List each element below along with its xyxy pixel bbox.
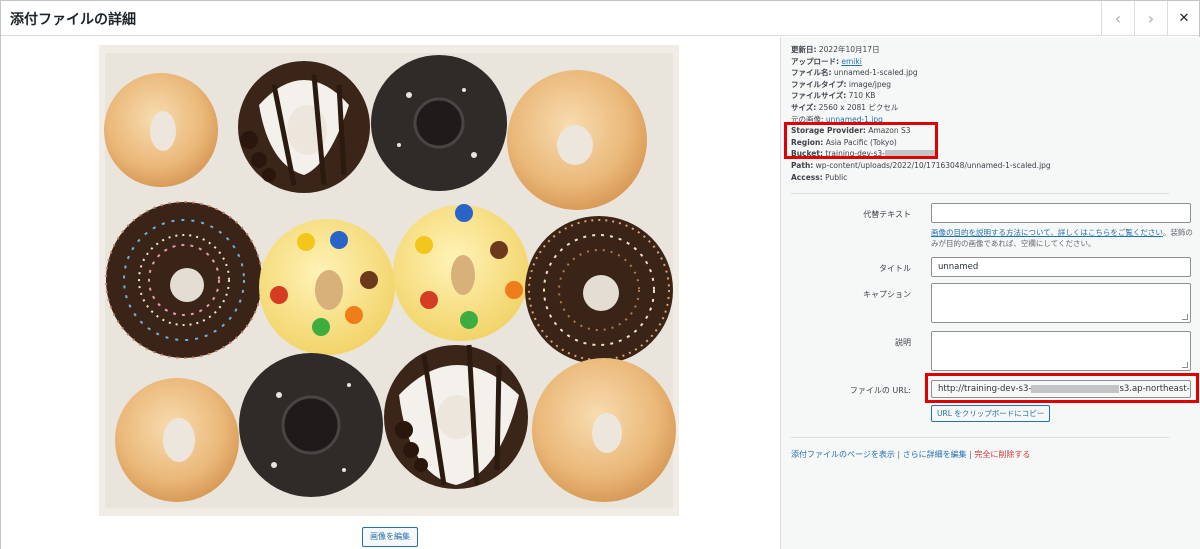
donut-chocolate-swirl-1 <box>238 61 370 193</box>
uploaded-by-row: アップロード: emiki <box>791 56 862 66</box>
donut-oreo-1 <box>371 55 507 191</box>
donut-glazed-1 <box>104 73 218 187</box>
file-details: 更新日: 2022年10月17日 アップロード: emiki ファイル名: un… <box>791 44 1051 183</box>
description-textarea[interactable] <box>931 331 1191 371</box>
dimensions-row: サイズ: 2560 x 2081 ピクセル <box>791 102 899 112</box>
title-label: タイトル <box>879 264 911 273</box>
donut-mm-2 <box>393 204 529 341</box>
modal-title: 添付ファイルの詳細 <box>10 12 136 28</box>
resize-handle-icon[interactable] <box>1182 362 1188 368</box>
caption-label: キャプション <box>863 290 911 299</box>
modal-header: 添付ファイルの詳細 ‹ › ✕ <box>1 1 1199 36</box>
attachment-info-sidebar: 更新日: 2022年10月17日 アップロード: emiki ファイル名: un… <box>780 37 1200 549</box>
chevron-right-icon: › <box>1147 9 1155 28</box>
alt-text-help: 画像の目的を説明する方法について、詳しくはこちらをご覧ください。装飾のみが目的の… <box>931 228 1193 248</box>
edit-more-details-link[interactable]: さらに詳細を編集 <box>903 450 967 459</box>
filetype-row: ファイルタイプ: image/jpeg <box>791 79 891 89</box>
path-row: Path: wp-content/uploads/2022/10/1716304… <box>791 160 1051 170</box>
attachment-details-modal: 添付ファイルの詳細 ‹ › ✕ 画像を編集 更新日: 2022年10月17日 ア… <box>0 0 1200 549</box>
donut-glazed-3 <box>115 378 239 502</box>
donut-glazed-2 <box>507 70 647 210</box>
close-icon: ✕ <box>1178 11 1190 26</box>
filename-row: ファイル名: unnamed-1-scaled.jpg <box>791 68 918 78</box>
donuts-photo <box>99 45 679 516</box>
description-label: 説明 <box>895 338 911 347</box>
alt-text-help-link[interactable]: 画像の目的を説明する方法について、詳しくはこちらをご覧ください <box>931 228 1163 237</box>
previous-attachment-button[interactable]: ‹ <box>1101 1 1134 36</box>
copy-url-button[interactable]: URL をクリップボードにコピー <box>931 405 1051 422</box>
highlight-box-storage <box>784 122 938 159</box>
donut-sprinkles-2 <box>525 216 673 364</box>
access-row: Access: Public <box>791 172 848 182</box>
file-url-label: ファイルの URL: <box>849 386 911 395</box>
attachment-preview: 画像を編集 <box>1 37 780 549</box>
uploaded-on-row: 更新日: 2022年10月17日 <box>791 45 880 54</box>
attachment-actions: 添付ファイルのページを表示 | さらに詳細を編集 | 完全に削除する <box>791 450 1031 459</box>
caption-textarea[interactable] <box>931 283 1191 323</box>
delete-permanently-link[interactable]: 完全に削除する <box>974 450 1030 459</box>
donut-mm-1 <box>259 219 395 355</box>
divider <box>791 193 1169 194</box>
chevron-left-icon: ‹ <box>1114 9 1122 28</box>
close-button[interactable]: ✕ <box>1167 1 1200 36</box>
divider <box>791 437 1169 438</box>
highlight-box-url <box>925 373 1199 403</box>
filesize-row: ファイルサイズ: 710 KB <box>791 91 876 101</box>
donut-oreo-2 <box>239 353 383 497</box>
donut-sprinkles-1 <box>105 201 263 359</box>
next-attachment-button[interactable]: › <box>1134 1 1167 36</box>
view-attachment-page-link[interactable]: 添付ファイルのページを表示 <box>791 450 895 459</box>
donuts-image <box>99 45 679 516</box>
title-input[interactable]: unnamed <box>931 257 1191 277</box>
uploader-link[interactable]: emiki <box>841 57 861 66</box>
edit-image-button[interactable]: 画像を編集 <box>362 527 418 547</box>
resize-handle-icon[interactable] <box>1182 314 1188 320</box>
alt-text-input[interactable] <box>931 203 1191 223</box>
alt-text-label: 代替テキスト <box>863 210 911 219</box>
donut-chocolate-swirl-2 <box>384 344 528 489</box>
donut-glazed-4 <box>532 358 676 502</box>
